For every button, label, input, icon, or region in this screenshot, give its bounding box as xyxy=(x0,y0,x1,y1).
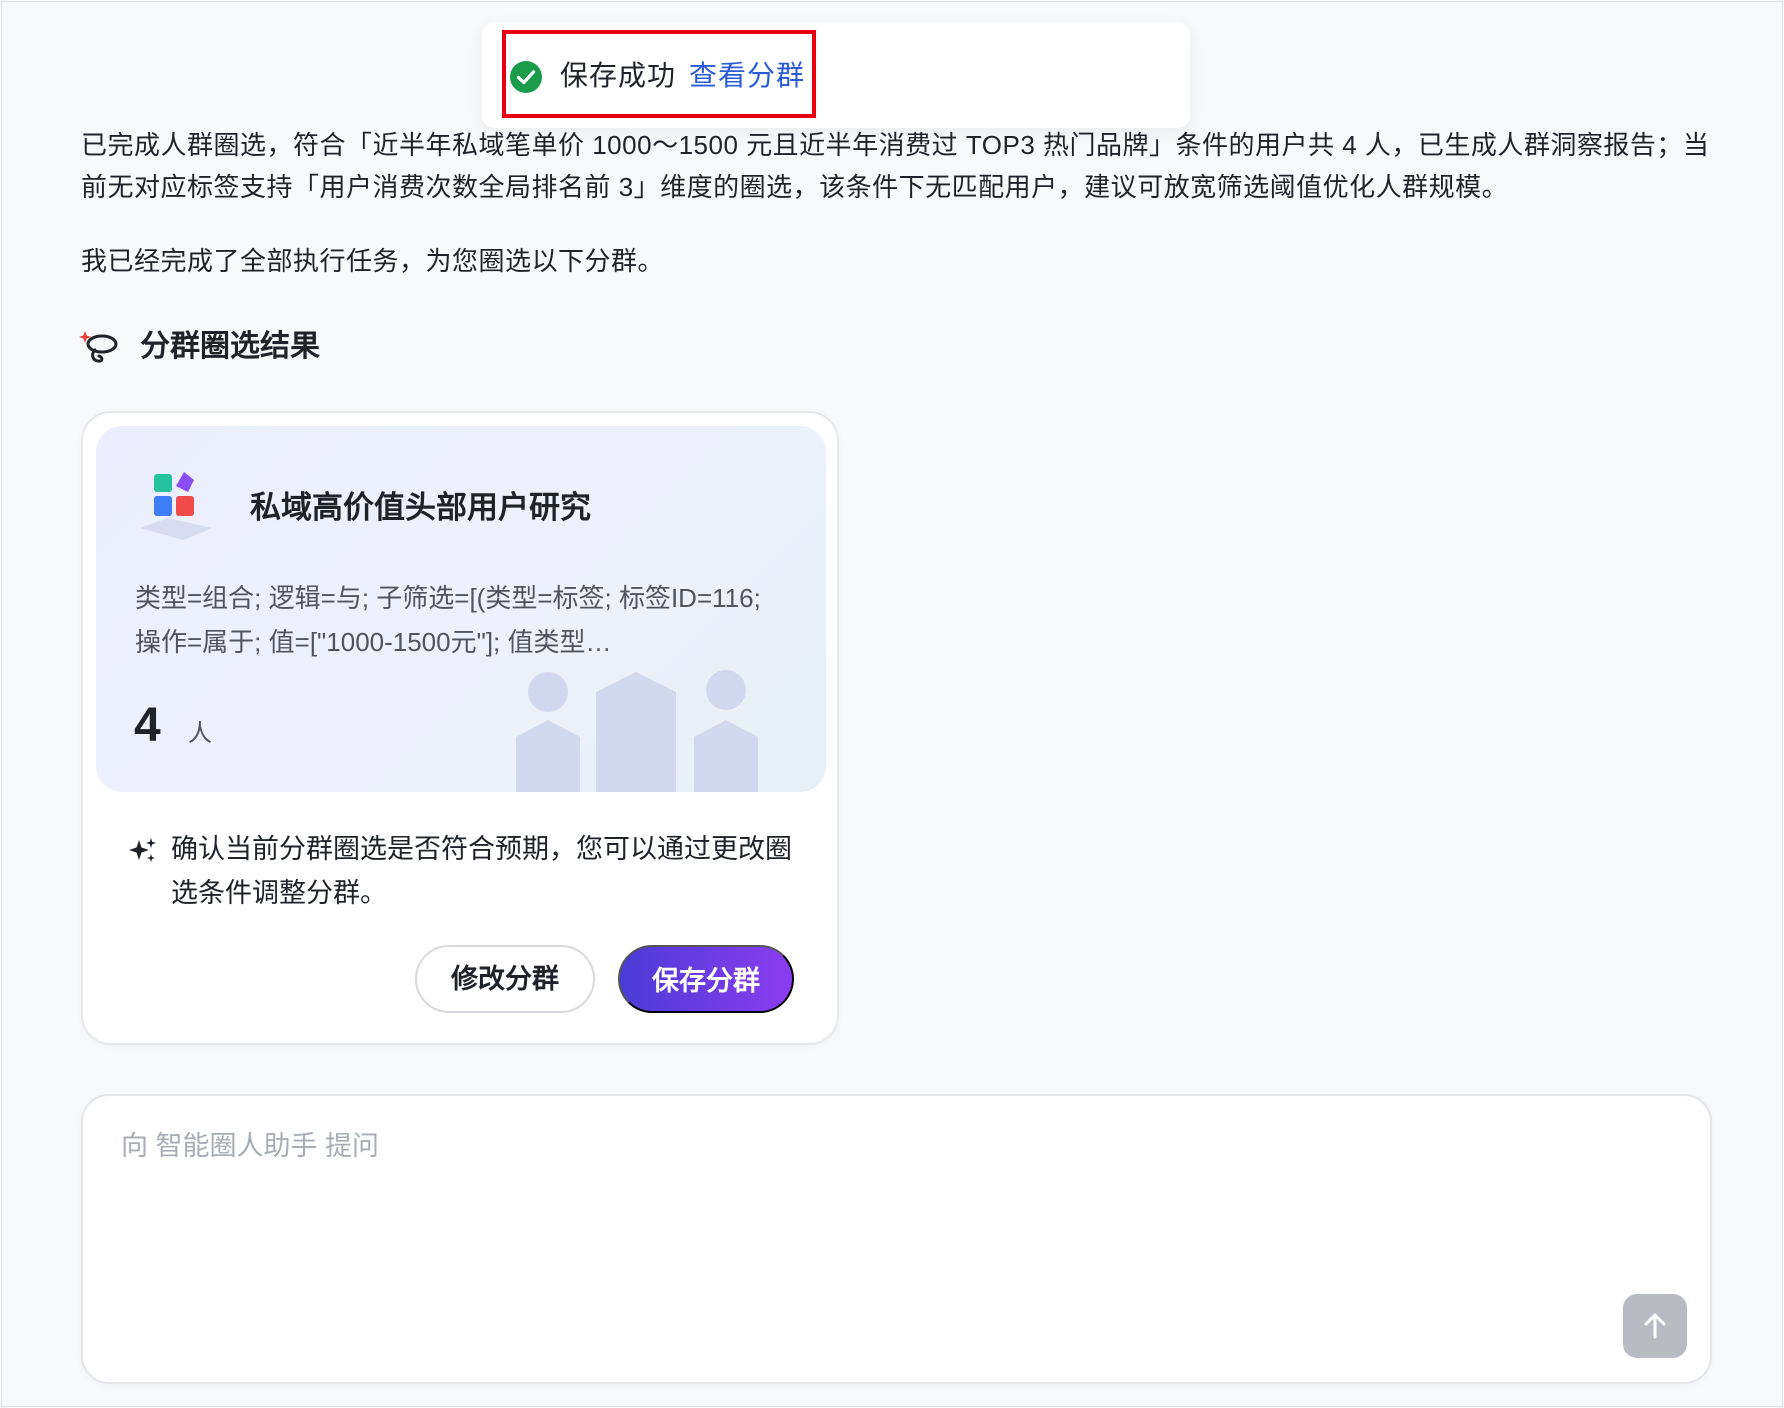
sparkle-icon xyxy=(129,838,156,862)
segment-result-card: 私域高价值头部用户研究 类型=组合; 逻辑=与; 子筛选=[(类型=标签; 标签… xyxy=(81,411,839,1045)
segment-summary-panel: 私域高价值头部用户研究 类型=组合; 逻辑=与; 子筛选=[(类型=标签; 标签… xyxy=(96,426,826,792)
chat-input[interactable] xyxy=(121,1126,1621,1276)
segment-name: 私域高价值头部用户研究 xyxy=(250,490,591,525)
check-circle-icon xyxy=(510,61,542,93)
view-segment-link[interactable]: 查看分群 xyxy=(689,57,805,95)
chat-panel: 保存成功 查看分群 已完成人群圈选，符合「近半年私域笔单价 1000～1500 … xyxy=(1,1,1783,1407)
segment-hint-text: 确认当前分群圈选是否符合预期，您可以通过更改圈选条件调整分群。 xyxy=(171,834,792,908)
save-segment-button[interactable]: 保存分群 xyxy=(618,945,794,1013)
segment-user-count: 4 xyxy=(134,699,161,752)
assistant-summary-text: 已完成人群圈选，符合「近半年私域笔单价 1000～1500 元且近半年消费过 T… xyxy=(81,130,1710,202)
toast-message: 保存成功 xyxy=(560,60,677,91)
arrow-up-icon xyxy=(1644,1313,1666,1339)
people-illustration-icon xyxy=(516,670,758,792)
segment-condition-text: 类型=组合; 逻辑=与; 子筛选=[(类型=标签; 标签ID=116; 操作=属… xyxy=(135,583,761,657)
section-title: 分群圈选结果 xyxy=(140,330,320,363)
lasso-sparkle-icon xyxy=(79,331,118,363)
chat-composer xyxy=(81,1094,1712,1384)
edit-segment-button[interactable]: 修改分群 xyxy=(415,945,595,1013)
segment-count-unit: 人 xyxy=(188,720,212,747)
assistant-done-text: 我已经完成了全部执行任务，为您圈选以下分群。 xyxy=(81,246,665,276)
send-button[interactable] xyxy=(1623,1294,1687,1358)
segment-blocks-icon xyxy=(140,472,212,540)
